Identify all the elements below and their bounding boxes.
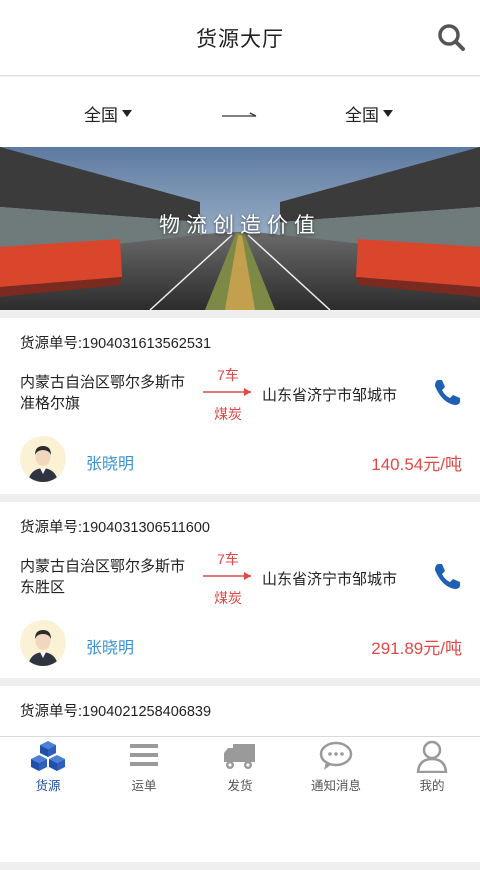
order-number: 货源单号:1904021258406839 <box>20 704 212 720</box>
arrow-right-icon <box>203 388 251 396</box>
page-title: 货源大厅 <box>196 27 284 51</box>
destination-label: 全国 <box>345 106 379 125</box>
price: 140.54元/吨 <box>371 455 462 474</box>
destination-address: 山东省济宁市邹城市 <box>262 571 398 588</box>
order-number: 货源单号:1904031613562531 <box>20 336 212 352</box>
bottom-tab-bar: 货源 运单 发货 通知消息 我的 <box>0 736 480 800</box>
route-arrow-icon <box>222 112 257 117</box>
user-icon <box>416 740 448 773</box>
tab-label: 货源 <box>35 779 61 793</box>
tab-label: 运单 <box>131 779 157 793</box>
destination-select[interactable]: 全国 <box>345 101 393 126</box>
origin-label: 全国 <box>84 106 118 125</box>
goods-type: 煤炭 <box>214 590 242 606</box>
banner-image[interactable]: 物流创造价值 <box>0 147 480 310</box>
banner-slogan: 物流创造价值 <box>159 213 321 237</box>
tab-cargo[interactable]: 货源 <box>0 737 96 800</box>
message-icon <box>319 741 353 770</box>
origin-address: 内蒙古自治区鄂尔多斯市东胜区 <box>20 558 186 596</box>
route-filter: 全国 全国 <box>0 77 480 147</box>
truck-count: 7车 <box>217 367 239 383</box>
cargo-card[interactable]: 货源单号:1904031613562531 内蒙古自治区鄂尔多斯市准格尔旗 7车… <box>0 318 480 494</box>
order-number: 货源单号:1904031306511600 <box>20 520 210 536</box>
shipper-name: 张晓明 <box>86 456 135 473</box>
truck-icon <box>224 744 255 769</box>
avatar <box>20 620 66 666</box>
tab-label: 我的 <box>419 779 445 793</box>
origin-select[interactable]: 全国 <box>84 101 132 126</box>
search-icon[interactable] <box>436 22 468 54</box>
tab-notifications[interactable]: 通知消息 <box>288 737 384 800</box>
chevron-down-icon <box>383 110 393 117</box>
tab-label: 通知消息 <box>310 779 361 793</box>
chevron-down-icon <box>122 110 132 117</box>
shipper-name: 张晓明 <box>86 640 135 657</box>
tab-waybill[interactable]: 运单 <box>96 737 192 800</box>
destination-address: 山东省济宁市邹城市 <box>262 387 398 404</box>
tab-ship[interactable]: 发货 <box>192 737 288 800</box>
cubes-icon <box>31 741 65 771</box>
origin-address: 内蒙古自治区鄂尔多斯市准格尔旗 <box>20 374 186 412</box>
app-header: 货源大厅 <box>0 0 480 76</box>
tab-profile[interactable]: 我的 <box>384 737 480 800</box>
cargo-card[interactable]: 货源单号:1904031306511600 内蒙古自治区鄂尔多斯市东胜区 7车 … <box>0 502 480 678</box>
tab-label: 发货 <box>227 779 253 793</box>
avatar <box>20 436 66 482</box>
phone-icon[interactable] <box>431 376 463 408</box>
list-icon <box>130 744 158 766</box>
goods-type: 煤炭 <box>214 406 242 422</box>
arrow-right-icon <box>203 572 251 580</box>
price: 291.89元/吨 <box>371 639 462 658</box>
phone-icon[interactable] <box>431 560 463 592</box>
truck-count: 7车 <box>217 551 239 567</box>
